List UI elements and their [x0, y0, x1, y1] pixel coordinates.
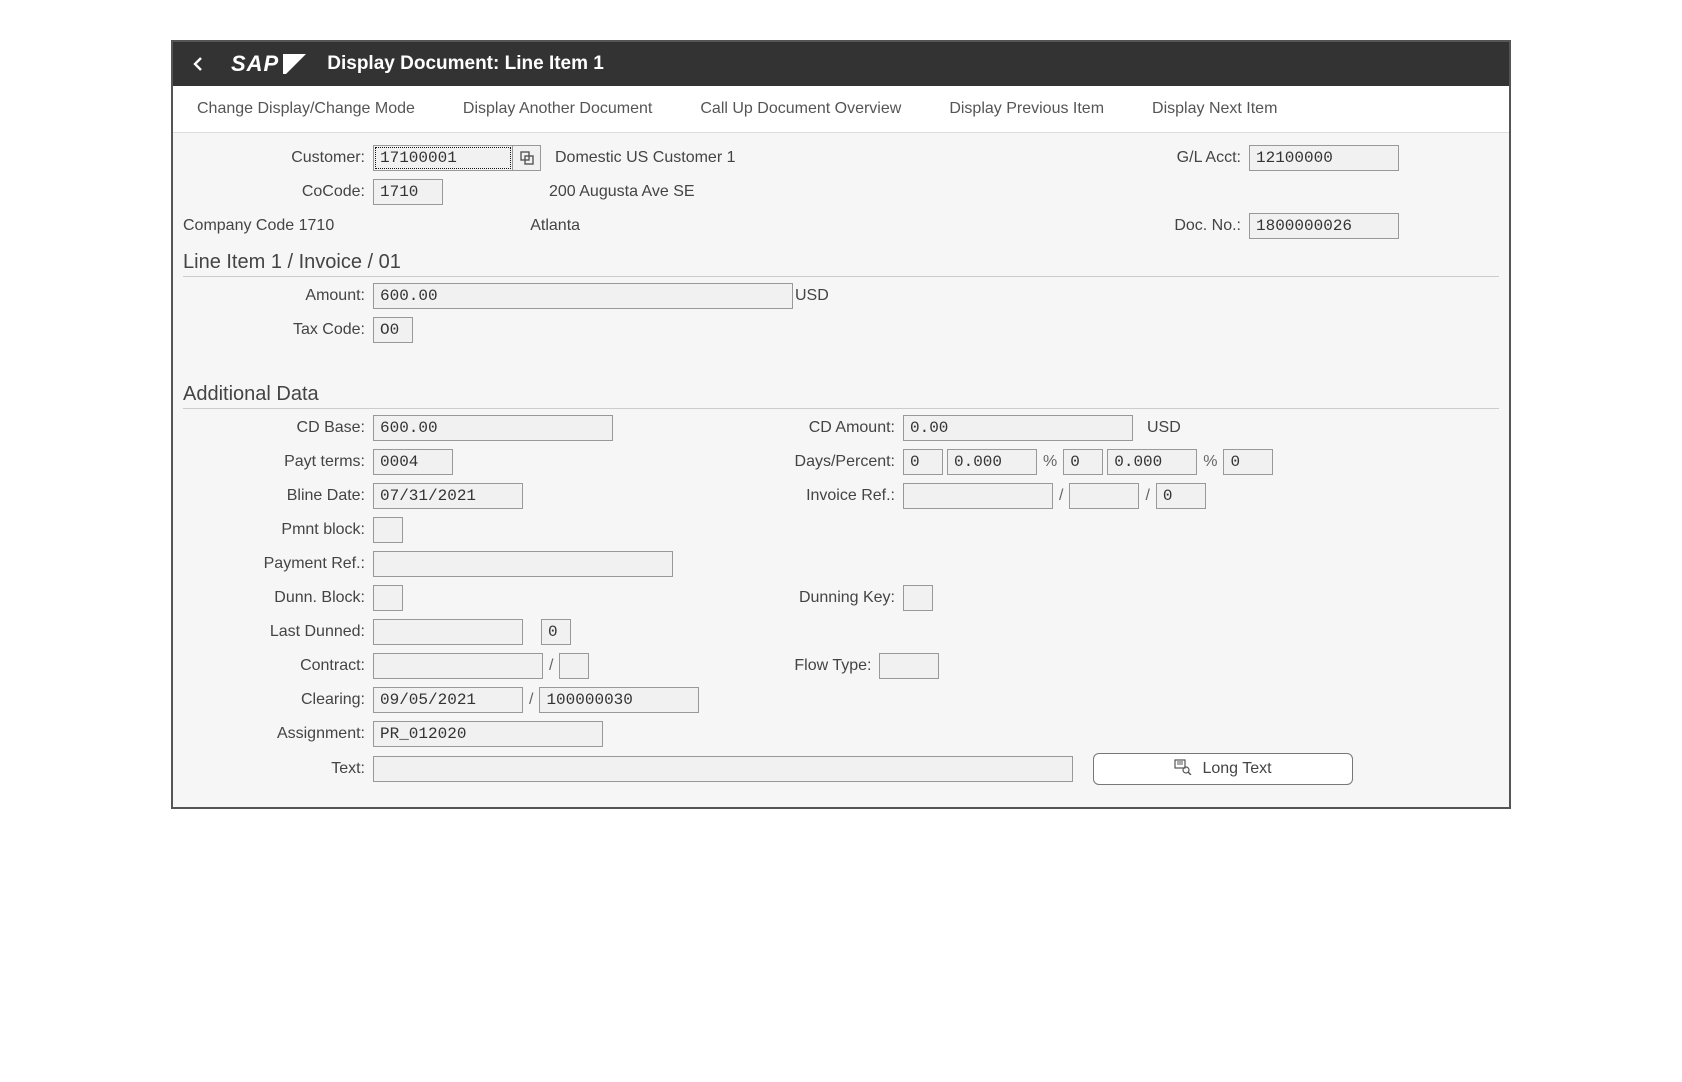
percent-sign-1: %	[1037, 453, 1063, 471]
sap-logo: SAP	[225, 51, 309, 77]
last-dunned-count-field[interactable]	[541, 619, 571, 645]
assignment-label: Assignment:	[183, 725, 373, 743]
contract-2-field[interactable]	[559, 653, 589, 679]
percent2-field[interactable]	[1107, 449, 1197, 475]
sap-window: SAP Display Document: Line Item 1 Change…	[171, 40, 1511, 809]
cocode-label: CoCode:	[183, 183, 373, 201]
invoice-ref-2-field[interactable]	[1069, 483, 1139, 509]
toolbar-call-overview[interactable]: Call Up Document Overview	[700, 100, 901, 118]
clearing-doc-field[interactable]	[539, 687, 699, 713]
days3-field[interactable]	[1223, 449, 1273, 475]
customer-field[interactable]	[373, 145, 513, 171]
slash-4: /	[523, 691, 539, 709]
payt-terms-field[interactable]	[373, 449, 453, 475]
payment-ref-label: Payment Ref.:	[183, 555, 373, 573]
cocode-field[interactable]	[373, 179, 443, 205]
bline-date-label: Bline Date:	[183, 487, 373, 505]
contract-label: Contract:	[183, 657, 373, 675]
slash-3: /	[543, 657, 559, 675]
last-dunned-field[interactable]	[373, 619, 523, 645]
long-text-label: Long Text	[1202, 760, 1271, 778]
city-text: Atlanta	[530, 217, 580, 235]
pmnt-block-field[interactable]	[373, 517, 403, 543]
days2-field[interactable]	[1063, 449, 1103, 475]
clearing-label: Clearing:	[183, 691, 373, 709]
gl-acct-label: G/L Acct:	[1159, 149, 1249, 167]
bline-date-field[interactable]	[373, 483, 523, 509]
clearing-date-field[interactable]	[373, 687, 523, 713]
slash-2: /	[1139, 487, 1155, 505]
payment-ref-field[interactable]	[373, 551, 673, 577]
additional-data-heading: Additional Data	[183, 383, 1499, 409]
address-text: 200 Augusta Ave SE	[549, 183, 695, 201]
gl-acct-field[interactable]	[1249, 145, 1399, 171]
invoice-ref-1-field[interactable]	[903, 483, 1053, 509]
contract-1-field[interactable]	[373, 653, 543, 679]
line-item-heading: Line Item 1 / Invoice / 01	[183, 251, 1499, 277]
content-area: Customer: Domestic US Customer 1 G/L Acc…	[173, 133, 1509, 807]
long-text-icon	[1174, 759, 1192, 780]
page-title: Display Document: Line Item 1	[327, 53, 604, 75]
dunn-block-label: Dunn. Block:	[183, 589, 373, 607]
toolbar-change-mode[interactable]: Change Display/Change Mode	[197, 100, 415, 118]
cd-amount-field[interactable]	[903, 415, 1133, 441]
tax-code-label: Tax Code:	[183, 321, 373, 339]
docno-label: Doc. No.:	[1149, 217, 1249, 235]
amount-currency: USD	[795, 287, 829, 305]
toolbar: Change Display/Change Mode Display Anoth…	[173, 86, 1509, 133]
days-percent-label: Days/Percent:	[773, 453, 903, 471]
flow-type-field[interactable]	[879, 653, 939, 679]
slash-1: /	[1053, 487, 1069, 505]
cd-base-label: CD Base:	[183, 419, 373, 437]
dunn-block-field[interactable]	[373, 585, 403, 611]
long-text-button[interactable]: Long Text	[1093, 753, 1353, 785]
amount-field[interactable]	[373, 283, 793, 309]
percent1-field[interactable]	[947, 449, 1037, 475]
company-code-text: Company Code 1710	[183, 217, 334, 235]
customer-name-text: Domestic US Customer 1	[555, 149, 736, 167]
flow-type-label: Flow Type:	[749, 657, 879, 675]
title-bar: SAP Display Document: Line Item 1	[173, 42, 1509, 86]
pmnt-block-label: Pmnt block:	[183, 521, 373, 539]
toolbar-prev-item[interactable]: Display Previous Item	[949, 100, 1104, 118]
customer-f4-icon[interactable]	[513, 145, 541, 171]
toolbar-next-item[interactable]: Display Next Item	[1152, 100, 1277, 118]
invoice-ref-3-field[interactable]	[1156, 483, 1206, 509]
invoice-ref-label: Invoice Ref.:	[773, 487, 903, 505]
text-label: Text:	[183, 760, 373, 778]
back-icon[interactable]	[185, 56, 211, 72]
cd-base-field[interactable]	[373, 415, 613, 441]
days1-field[interactable]	[903, 449, 943, 475]
cd-amount-currency: USD	[1147, 419, 1181, 437]
assignment-field[interactable]	[373, 721, 603, 747]
customer-label: Customer:	[183, 149, 373, 167]
percent-sign-2: %	[1197, 453, 1223, 471]
payt-terms-label: Payt terms:	[183, 453, 373, 471]
docno-field[interactable]	[1249, 213, 1399, 239]
text-field[interactable]	[373, 756, 1073, 782]
amount-label: Amount:	[183, 287, 373, 305]
dunning-key-label: Dunning Key:	[773, 589, 903, 607]
dunning-key-field[interactable]	[903, 585, 933, 611]
last-dunned-label: Last Dunned:	[183, 623, 373, 641]
cd-amount-label: CD Amount:	[773, 419, 903, 437]
tax-code-field[interactable]	[373, 317, 413, 343]
toolbar-display-another[interactable]: Display Another Document	[463, 100, 652, 118]
